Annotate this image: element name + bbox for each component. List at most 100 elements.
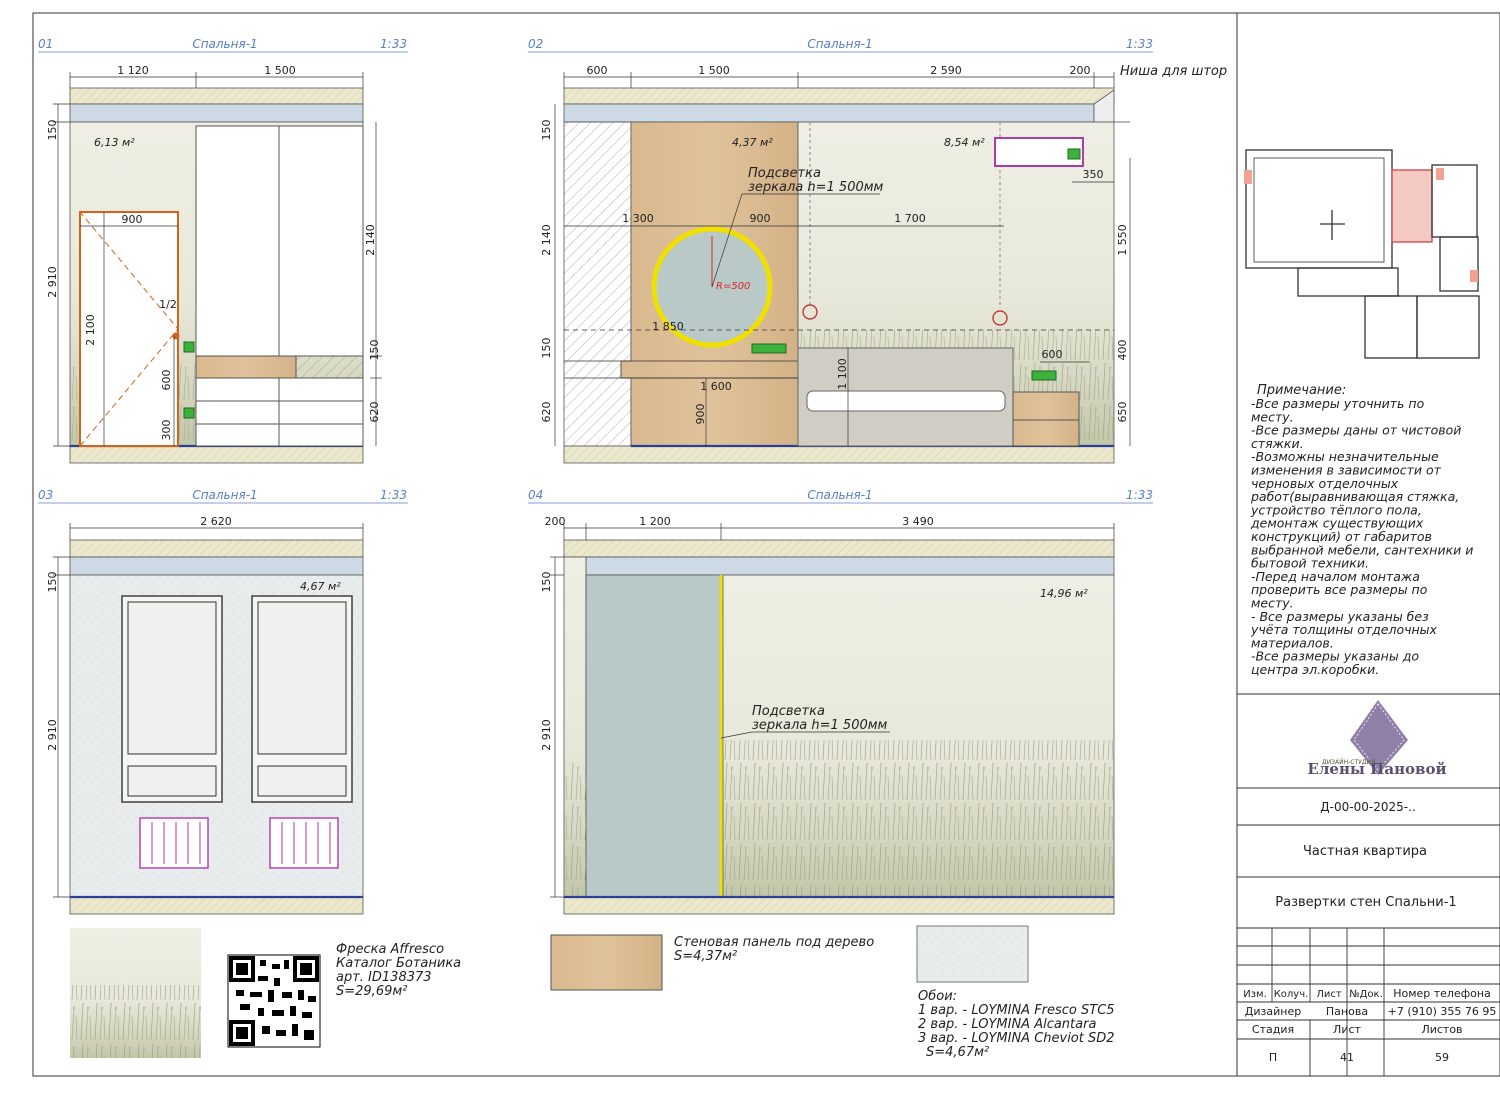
view-3-floor-slab xyxy=(69,896,364,915)
project-code: Д-00-00-2025-.. xyxy=(1320,800,1415,814)
view-2-dim: 900 xyxy=(750,212,771,225)
notes-lines: -Все размеры уточнить поместу.-Все разме… xyxy=(1250,396,1473,677)
view-1-floor-slab xyxy=(69,445,364,464)
view-2-wall-section xyxy=(563,121,632,447)
view-1-elevation: 1 120 1 500 150 2 910 900 2 100 1/2 600 … xyxy=(46,64,382,464)
view-2-dim: 1 600 xyxy=(700,380,732,393)
view-3-ceiling xyxy=(69,556,364,576)
logo-name: Елены Пановой xyxy=(1307,760,1446,778)
view-2-dim: 150 xyxy=(540,120,553,141)
view-2-dim: 600 xyxy=(1042,348,1063,361)
view-1-dim: 620 xyxy=(368,402,381,423)
view-3-title: Спальня-1 xyxy=(192,488,257,502)
radiator-left xyxy=(139,817,209,869)
list-label: Лист xyxy=(1333,1023,1361,1036)
view-2-dim: 150 xyxy=(540,338,553,359)
door-handle-icon xyxy=(172,332,180,340)
stage-label: Стадия xyxy=(1252,1023,1294,1036)
view-1-area: 6,13 м² xyxy=(94,136,135,149)
wallpaper-line: 1 вар. - LOYMINA Fresco STC5 xyxy=(918,1003,1115,1018)
qr-code-icon xyxy=(227,954,321,1048)
view-1-dim: 2 140 xyxy=(364,224,377,256)
socket-icon xyxy=(183,407,195,419)
view-1-dim: 1 500 xyxy=(264,64,296,77)
view-4-ceiling xyxy=(585,556,1115,576)
designer-phone: +7 (910) 355 76 95 xyxy=(1388,1005,1497,1018)
view-3-scale: 1:33 xyxy=(380,488,407,502)
view-2-dim: 2 590 xyxy=(930,64,962,77)
notes-block: Примечание: -Все размеры уточнить помест… xyxy=(1250,383,1473,677)
view-1-number: 01 xyxy=(38,37,53,51)
view-1-header: 01 Спальня-1 1:33 xyxy=(38,37,408,53)
view-3-area: 4,67 м² xyxy=(300,580,341,593)
view-2-shelf xyxy=(620,360,799,379)
view-2-dim: 1 100 xyxy=(836,358,849,390)
studio-logo: ДИЗАЙН-СТУДИЯ Елены Пановой xyxy=(1307,700,1447,778)
view-4-dim: 200 xyxy=(545,515,566,528)
view-1-dim: 900 xyxy=(122,213,143,226)
view-4-title: Спальня-1 xyxy=(807,488,872,502)
view-2-dim: 900 xyxy=(694,404,707,425)
view-2-header: 02 Спальня-1 1:33 xyxy=(528,37,1153,53)
view-2-scale: 1:33 xyxy=(1126,37,1153,51)
view-1-dim: 300 xyxy=(160,420,173,441)
view-4-number: 04 xyxy=(528,488,543,502)
stage-value: П xyxy=(1269,1051,1277,1064)
view-3-dim: 2 620 xyxy=(200,515,232,528)
fresco-line: Фреска Affresco xyxy=(336,942,444,957)
view-3-number: 03 xyxy=(38,488,53,502)
lists-value: 59 xyxy=(1435,1051,1449,1064)
view-4-scale: 1:33 xyxy=(1126,488,1153,502)
radiator-right xyxy=(269,817,339,869)
wood-panel-swatch xyxy=(550,934,663,991)
view-4-dim: 2 910 xyxy=(540,719,553,751)
view-2-number: 02 xyxy=(528,37,543,51)
key-plan xyxy=(1244,149,1480,359)
view-2-title: Спальня-1 xyxy=(807,37,872,51)
view-2-dim: 650 xyxy=(1116,402,1129,423)
col-ndok: №Док. xyxy=(1349,989,1383,1000)
wallpaper-line: 2 вар. - LOYMINA Alcantara xyxy=(918,1017,1096,1032)
wallpaper-line: 3 вар. - LOYMINA Cheviot SD2 xyxy=(918,1031,1115,1046)
panel-line: S=4,37м² xyxy=(674,949,737,964)
notes-line: центра эл.коробки. xyxy=(1251,662,1379,677)
view-3-header: 03 Спальня-1 1:33 xyxy=(38,488,408,504)
view-1-top-slab xyxy=(69,87,364,105)
col-list: Лист xyxy=(1316,989,1342,1000)
view-3-dim: 2 910 xyxy=(46,719,59,751)
view-3-dim: 150 xyxy=(46,572,59,593)
view-2-dim: 1 550 xyxy=(1116,224,1129,256)
mirror-radius: R=500 xyxy=(716,281,750,292)
view-4-header: 04 Спальня-1 1:33 xyxy=(528,488,1153,504)
view-4-mirror-panel xyxy=(585,574,722,898)
view-3-elevation: 2 620 150 2 910 4,67 м² xyxy=(46,515,364,915)
view-2-dim: 600 xyxy=(587,64,608,77)
view-1-dim: 150 xyxy=(46,120,59,141)
view-2-dim: 620 xyxy=(540,402,553,423)
switch-icon xyxy=(183,341,195,353)
view-2-dim: 1 500 xyxy=(698,64,730,77)
view-1-dim: 2 100 xyxy=(84,314,97,346)
drawing-sheet: 01 Спальня-1 1:33 02 Спальня-1 1:33 03 С… xyxy=(0,0,1500,1093)
view-3-top-slab xyxy=(69,539,364,558)
view-2-ceiling xyxy=(563,103,1095,123)
col-koluch: Колуч. xyxy=(1274,989,1309,1000)
title-block-table: Изм. Колуч. Лист №Док. Номер телефона Ди… xyxy=(1243,987,1496,1064)
view-2-dim: 350 xyxy=(1083,168,1104,181)
sheet-title: Развертки стен Спальни-1 xyxy=(1275,895,1456,910)
view-1-dim: 600 xyxy=(160,370,173,391)
socket-block-icon xyxy=(1031,370,1057,381)
designer-name: Панова xyxy=(1326,1005,1368,1018)
view-2-area-panel: 4,37 м² xyxy=(732,136,773,149)
view-1-scale: 1:33 xyxy=(380,37,407,51)
view-1-ceiling xyxy=(69,103,364,123)
view-2-dim: 2 140 xyxy=(540,224,553,256)
window-left xyxy=(121,595,223,803)
view-2-area-mural: 8,54 м² xyxy=(944,136,985,149)
view-2-dim: 400 xyxy=(1116,340,1129,361)
col-phone: Номер телефона xyxy=(1393,987,1491,1000)
view-4-dim: 1 200 xyxy=(639,515,671,528)
col-izm: Изм. xyxy=(1243,989,1267,1000)
lists-label: Листов xyxy=(1421,1023,1462,1036)
view-4-area: 14,96 м² xyxy=(1040,587,1088,600)
